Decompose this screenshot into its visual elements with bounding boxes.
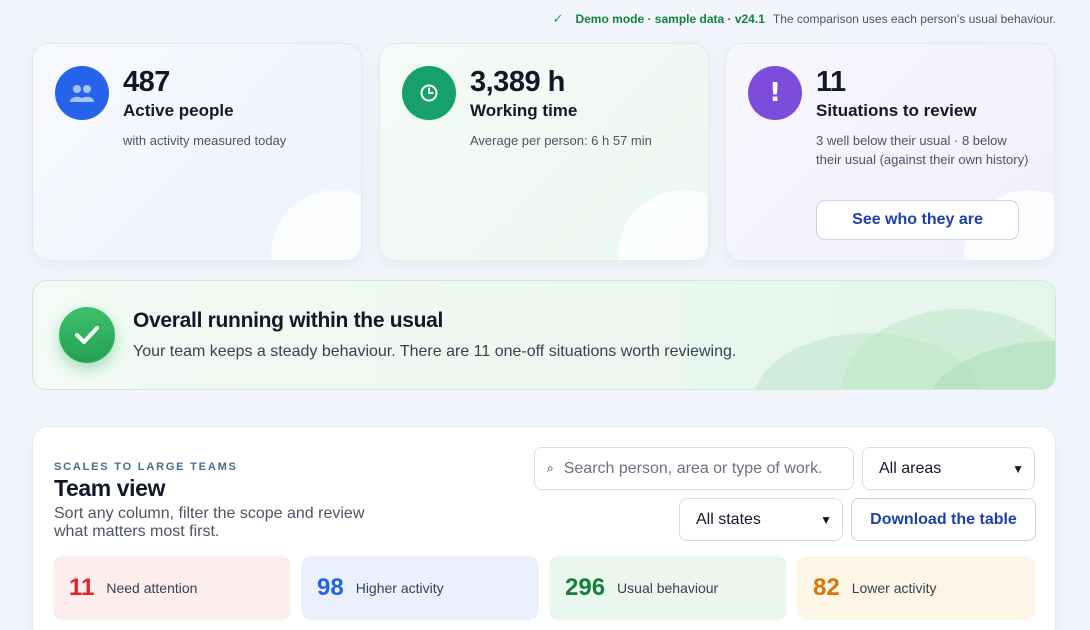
kpi-card-situations: ! 11 Situations to review 3 well below t… [725,43,1055,261]
summary-label: Need attention [106,580,198,596]
summary-lower-activity[interactable]: 82 Lower activity [797,556,1035,620]
overall-status-banner: Overall running within the usual Your te… [32,280,1056,390]
team-eyebrow: SCALES TO LARGE TEAMS [54,461,238,473]
summary-label: Usual behaviour [617,580,719,596]
areas-select[interactable]: All areas ▼ [862,447,1035,490]
kpi-subtext: Average per person: 6 h 57 min [470,133,652,148]
team-heading: Team view [54,475,166,501]
overall-description: Your team keeps a steady behaviour. Ther… [133,343,737,360]
summary-label: Higher activity [355,580,444,596]
kpi-card-active-people: 487 Active people with activity measured… [32,43,362,261]
summary-count: 11 [69,574,95,601]
overall-title: Overall running within the usual [133,309,444,332]
kpi-card-working-time: 3,389 h Working time Average per person:… [379,43,709,261]
comparison-note: The comparison uses each person's usual … [772,12,1056,26]
decorative-blob [271,190,361,260]
kpi-value: 11 [816,66,846,98]
demo-mode-label: Demo mode · sample data · v24.1 [575,12,765,26]
exclamation-icon: ! [748,66,802,120]
summary-label: Lower activity [851,580,937,596]
kpi-label: Active people [123,101,234,120]
download-table-button[interactable]: Download the table [851,498,1036,541]
kpi-subtext: 3 well below their usual · 8 below their… [816,133,1029,167]
kpi-value: 487 [123,66,170,98]
checkmark-icon [59,307,115,363]
kpi-subtext: with activity measured today [123,133,287,148]
summary-need-attention[interactable]: 11 Need attention [53,556,291,620]
see-who-button[interactable]: See who they are [816,200,1019,240]
kpi-value: 3,389 h [470,66,565,98]
summary-count: 98 [317,574,344,601]
summary-count: 82 [813,574,840,601]
summary-count: 296 [565,574,606,601]
clock-icon [402,66,456,120]
search-icon: ⌕ [547,461,554,475]
kpi-label: Working time [470,101,578,120]
demo-banner: ✓ Demo mode · sample data · v24.1 The co… [553,11,1056,27]
states-select[interactable]: All states ▼ [679,498,843,541]
areas-select-value: All areas [879,459,942,477]
check-icon: ✓ [552,11,564,26]
summary-higher-activity[interactable]: 98 Higher activity [301,556,539,620]
search-input[interactable] [563,459,834,478]
kpi-label: Situations to review [816,101,977,120]
chevron-down-icon: ▼ [820,512,832,527]
chevron-down-icon: ▼ [1012,461,1024,476]
team-view-panel: SCALES TO LARGE TEAMS Team view Sort any… [32,426,1056,630]
team-lede: Sort any column, filter the scope and re… [54,505,365,540]
summary-usual-behaviour[interactable]: 296 Usual behaviour [549,556,787,620]
people-icon [55,66,109,120]
decorative-blob [618,190,708,260]
states-select-value: All states [696,510,761,528]
search-box[interactable]: ⌕ [534,447,854,490]
